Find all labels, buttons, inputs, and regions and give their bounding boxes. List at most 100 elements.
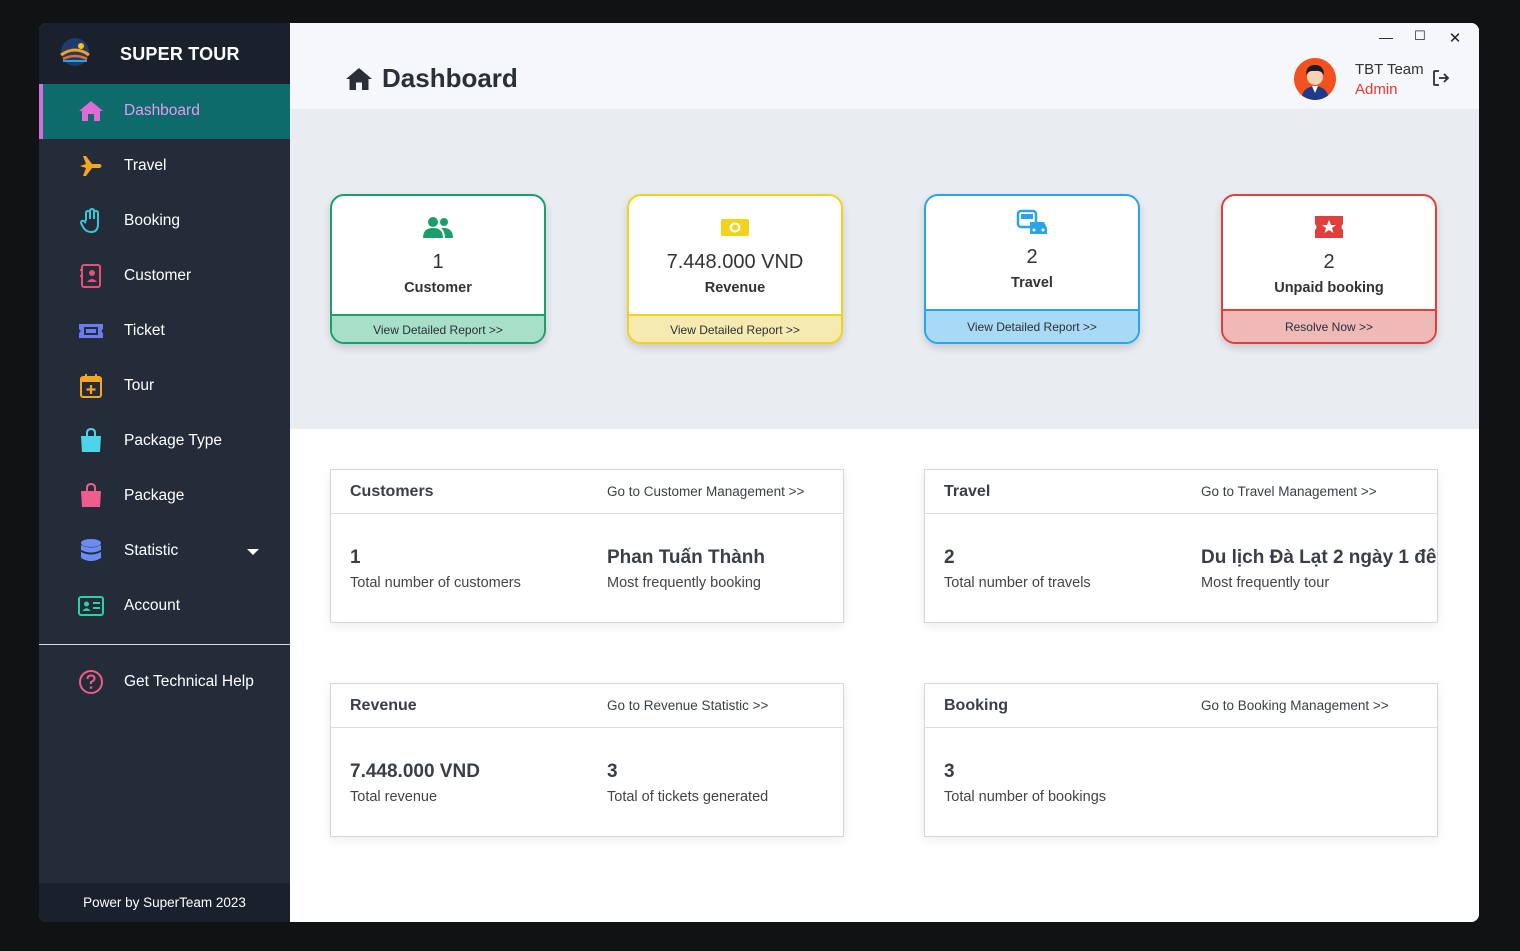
customer-total-label: Total number of customers <box>350 575 521 591</box>
sidebar-item-label: Package <box>124 487 185 504</box>
panel-header: Revenue Go to Revenue Statistic >> <box>331 684 843 728</box>
sidebar-item-package[interactable]: Package <box>39 469 290 524</box>
minimize-icon[interactable]: — <box>1377 29 1395 45</box>
customers-panel: Customers Go to Customer Management >> 1… <box>330 469 844 623</box>
booking-panel: Booking Go to Booking Management >> 3 To… <box>924 683 1438 837</box>
close-icon[interactable]: ✕ <box>1446 29 1464 47</box>
travel-report-link[interactable]: View Detailed Report >> <box>926 309 1138 342</box>
revenue-caption: Revenue <box>704 280 766 296</box>
tickets-total-label: Total of tickets generated <box>607 789 769 805</box>
money-icon <box>629 214 841 242</box>
user-name: TBT Team <box>1355 61 1424 78</box>
panel-header: Travel Go to Travel Management >> <box>925 470 1437 514</box>
chevron-down-icon[interactable] <box>247 549 259 555</box>
top-customer-label: Most frequently booking <box>607 575 761 591</box>
booking-total-value: 3 <box>944 761 955 782</box>
customer-report-link[interactable]: View Detailed Report >> <box>332 314 544 342</box>
sidebar-item-label: Travel <box>124 157 167 174</box>
sidebar-item-customer[interactable]: Customer <box>39 249 290 304</box>
contact-book-icon <box>78 263 104 289</box>
top-tour-label: Most frequently tour <box>1201 575 1330 591</box>
help-label: Get Technical Help <box>124 673 254 690</box>
sidebar-item-package-type[interactable]: Package Type <box>39 414 290 469</box>
sidebar-item-label: Ticket <box>124 322 165 339</box>
app-window: SUPER TOUR Dashboard Travel Booking Cust… <box>39 23 1479 922</box>
revenue-report-link[interactable]: View Detailed Report >> <box>629 314 841 342</box>
unpaid-count: 2 <box>1323 251 1335 273</box>
sidebar-item-statistic[interactable]: Statistic <box>39 524 290 579</box>
travel-total-label: Total number of travels <box>944 575 1091 591</box>
sidebar-item-label: Account <box>124 597 181 614</box>
revenue-stat-card: 7.448.000 VND Revenue View Detailed Repo… <box>627 194 843 344</box>
sidebar: SUPER TOUR Dashboard Travel Booking Cust… <box>39 23 290 922</box>
customer-total-value: 1 <box>350 547 361 568</box>
super-tour-logo-icon <box>60 38 90 66</box>
home-icon <box>78 98 104 124</box>
panel-header: Booking Go to Booking Management >> <box>925 684 1437 728</box>
booking-management-link[interactable]: Go to Booking Management >> <box>1201 698 1389 713</box>
revenue-total-value: 7.448.000 VND <box>350 761 480 782</box>
airplane-icon <box>78 153 104 179</box>
booking-total-label: Total number of bookings <box>944 789 1107 805</box>
top-customer-value: Phan Tuấn Thành <box>607 547 765 568</box>
revenue-statistic-link[interactable]: Go to Revenue Statistic >> <box>607 698 768 713</box>
database-icon <box>78 538 104 564</box>
sidebar-nav: Dashboard Travel Booking Customer Ticket… <box>39 84 290 634</box>
sidebar-item-label: Statistic <box>124 542 179 559</box>
page-title: Dashboard <box>345 63 518 94</box>
panel-title: Revenue <box>350 697 417 714</box>
bus-car-icon <box>926 209 1138 237</box>
avatar[interactable] <box>1294 58 1336 100</box>
travel-stat-card: 2 Travel View Detailed Report >> <box>924 194 1140 344</box>
question-circle-icon <box>78 669 104 695</box>
resolve-now-link[interactable]: Resolve Now >> <box>1223 309 1435 342</box>
sidebar-item-label: Package Type <box>124 432 222 449</box>
maximize-icon[interactable]: ☐ <box>1411 28 1429 44</box>
travel-count: 2 <box>1026 246 1038 268</box>
sidebar-item-tour[interactable]: Tour <box>39 359 290 414</box>
sidebar-item-ticket[interactable]: Ticket <box>39 304 290 359</box>
customer-management-link[interactable]: Go to Customer Management >> <box>607 484 804 499</box>
ticket-star-icon <box>1223 214 1435 242</box>
sidebar-divider <box>39 644 290 645</box>
sidebar-item-dashboard[interactable]: Dashboard <box>39 84 290 139</box>
sidebar-item-label: Tour <box>124 377 155 394</box>
shopping-bag-icon <box>78 428 104 454</box>
ticket-icon <box>78 318 104 344</box>
sidebar-item-label: Dashboard <box>124 102 200 119</box>
hand-icon <box>78 208 104 234</box>
user-role: Admin <box>1355 81 1398 98</box>
user-avatar-icon <box>1294 58 1336 100</box>
revenue-total-label: Total revenue <box>350 789 438 805</box>
brand-title: SUPER TOUR <box>120 44 240 64</box>
travel-caption: Travel <box>1011 275 1053 291</box>
customer-stat-card: 1 Customer View Detailed Report >> <box>330 194 546 344</box>
users-icon <box>332 214 544 242</box>
sidebar-item-booking[interactable]: Booking <box>39 194 290 249</box>
customer-caption: Customer <box>404 280 472 296</box>
page-title-text: Dashboard <box>382 63 518 93</box>
sidebar-footer: Power by SuperTeam 2023 <box>39 883 290 922</box>
top-tour-value: Du lịch Đà Lạt 2 ngày 1 đêm <box>1201 547 1438 568</box>
sidebar-item-label: Customer <box>124 267 192 284</box>
calendar-plus-icon <box>78 373 104 399</box>
shopping-bag-icon <box>78 483 104 509</box>
sidebar-item-account[interactable]: Account <box>39 579 290 634</box>
revenue-value: 7.448.000 VND <box>666 251 804 273</box>
unpaid-stat-card: 2 Unpaid booking Resolve Now >> <box>1221 194 1437 344</box>
panel-title: Customers <box>350 483 434 500</box>
panel-header: Customers Go to Customer Management >> <box>331 470 843 514</box>
home-icon <box>346 67 372 90</box>
panel-title: Booking <box>944 697 1008 714</box>
sidebar-item-travel[interactable]: Travel <box>39 139 290 194</box>
travel-management-link[interactable]: Go to Travel Management >> <box>1201 484 1377 499</box>
sidebar-item-help[interactable]: Get Technical Help <box>39 655 290 710</box>
travel-panel: Travel Go to Travel Management >> 2 Tota… <box>924 469 1438 623</box>
unpaid-caption: Unpaid booking <box>1274 280 1384 296</box>
sidebar-item-label: Booking <box>124 212 181 229</box>
tickets-total-value: 3 <box>607 761 618 782</box>
revenue-panel: Revenue Go to Revenue Statistic >> 7.448… <box>330 683 844 837</box>
id-card-icon <box>78 593 104 619</box>
logout-icon[interactable] <box>1432 69 1450 87</box>
header: Dashboard — ☐ ✕ TBT Team Admin <box>290 23 1479 109</box>
